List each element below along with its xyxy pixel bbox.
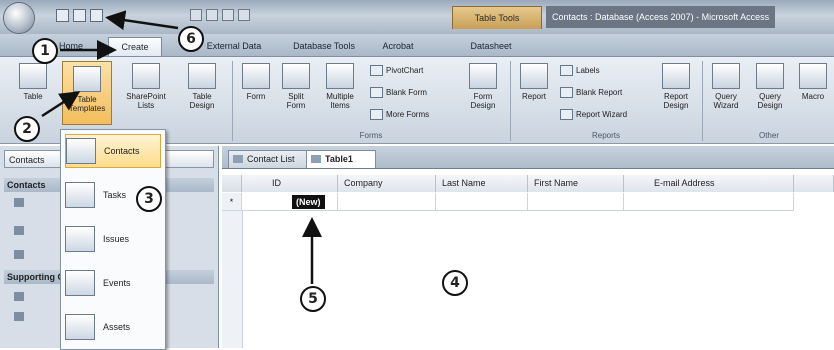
callout-4: 4 <box>442 270 468 296</box>
annotation-arrows <box>41 10 322 284</box>
callout-6: 6 <box>178 26 204 52</box>
callout-1: 1 <box>32 38 58 64</box>
callout-3: 3 <box>136 186 162 212</box>
arrow-2 <box>41 91 81 118</box>
callout-5: 5 <box>300 286 326 312</box>
arrow-6 <box>105 10 179 31</box>
callout-2: 2 <box>14 116 40 142</box>
